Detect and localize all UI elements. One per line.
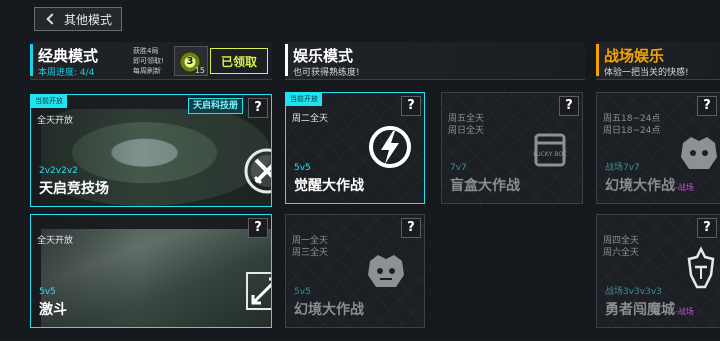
expand-square-icon bbox=[246, 272, 271, 310]
player-format: 战场7v7 bbox=[605, 163, 640, 173]
open-time: 全天开放 bbox=[37, 236, 74, 246]
mode-card-arena[interactable]: 当前开放 天启科技册 ? 全天开放 2v2v2v2 天启竞技场 bbox=[30, 94, 272, 207]
player-format: 7v7 bbox=[450, 163, 467, 173]
knight-helmet-icon bbox=[687, 246, 715, 289]
open-now-tag: 当前开放 bbox=[31, 95, 67, 108]
mode-name: 幻境大作战-战场 bbox=[605, 178, 694, 194]
player-format: 战场3v3v3v3 bbox=[605, 287, 662, 297]
open-time: 周二全天 bbox=[292, 114, 329, 124]
mode-name: 勇者闯魔城-战场 bbox=[605, 302, 694, 318]
war-subtitle: 体验一把当关的快感! bbox=[604, 68, 689, 78]
lion-emblem-icon bbox=[681, 137, 717, 169]
mode-name: 觉醒大作战 bbox=[294, 178, 364, 194]
player-format: 2v2v2v2 bbox=[39, 166, 78, 176]
help-button[interactable]: ? bbox=[248, 98, 268, 118]
war-title: 战场娱乐 bbox=[604, 47, 665, 65]
help-button[interactable]: ? bbox=[401, 218, 421, 238]
mode-card-blindbox[interactable]: ? 周五全天 周日全天 LUCKY BOX 7v7 盲盒大作战 bbox=[441, 92, 583, 204]
medal-count: 15 bbox=[194, 66, 205, 75]
mode-name: 天启竞技场 bbox=[39, 181, 109, 197]
claim-button[interactable]: 已领取 bbox=[210, 48, 268, 74]
section-accent-bar bbox=[30, 44, 33, 76]
reward-line: 获胜4局 bbox=[133, 47, 159, 55]
help-button[interactable]: ? bbox=[248, 218, 268, 238]
mode-card-awaken[interactable]: 当前开放 ? 周二全天 5v5 觉醒大作战 bbox=[285, 92, 425, 204]
section-accent-bar bbox=[596, 44, 599, 76]
back-label: 其他模式 bbox=[64, 12, 113, 27]
fun-section-header: 娱乐模式 也可获得熟练度! bbox=[285, 42, 585, 80]
mode-card-brawl[interactable]: ? 全天开放 5v5 激斗 bbox=[30, 214, 272, 328]
open-time: 周一全天 周三全天 bbox=[292, 236, 329, 258]
chevron-left-icon bbox=[46, 13, 58, 25]
player-format: 5v5 bbox=[39, 287, 56, 297]
fun-subtitle: 也可获得熟练度! bbox=[293, 68, 360, 78]
mode-card-illusion[interactable]: ? 周一全天 周三全天 5v5 幻境大作战 bbox=[285, 214, 425, 328]
help-button[interactable]: ? bbox=[697, 218, 717, 238]
help-button[interactable]: ? bbox=[697, 96, 717, 116]
reward-line: 即可领取! bbox=[133, 57, 164, 65]
crossed-swords-icon bbox=[244, 148, 271, 194]
reward-info: 获胜4局 即可领取! 每周刷新 bbox=[133, 46, 164, 76]
reward-medal: 3 15 bbox=[174, 46, 208, 76]
back-button[interactable]: 其他模式 bbox=[34, 7, 122, 31]
mode-card-illusion-war[interactable]: ? 周五18~24点 周日18~24点 战场7v7 幻境大作战-战场 bbox=[596, 92, 720, 204]
mode-name: 盲盒大作战 bbox=[450, 178, 520, 194]
lion-emblem-icon bbox=[368, 255, 404, 287]
open-time: 周五18~24点 周日18~24点 bbox=[603, 114, 661, 136]
mode-card-demon-castle[interactable]: ? 周四全天 周六全天 战场3v3v3v3 勇者闯魔城-战场 bbox=[596, 214, 720, 328]
war-section-header: 战场娱乐 体验一把当关的快感! bbox=[596, 42, 720, 80]
open-time: 全天开放 bbox=[37, 116, 74, 126]
mode-name: 激斗 bbox=[39, 302, 67, 318]
reward-line: 每周刷新 bbox=[133, 67, 161, 75]
open-now-tag: 当前开放 bbox=[286, 93, 322, 106]
lightning-emblem-icon bbox=[369, 126, 411, 168]
help-button[interactable]: ? bbox=[401, 96, 421, 116]
classic-title: 经典模式 bbox=[38, 47, 99, 65]
tech-book-tag[interactable]: 天启科技册 bbox=[187, 98, 243, 114]
lucky-box-label: LUCKY BOX bbox=[533, 151, 566, 158]
player-format: 5v5 bbox=[294, 287, 311, 297]
open-time: 周五全天 周日全天 bbox=[448, 114, 485, 136]
player-format: 5v5 bbox=[294, 163, 311, 173]
open-time: 周四全天 周六全天 bbox=[603, 236, 640, 258]
weekly-progress: 本周进度: 4/4 bbox=[38, 68, 95, 78]
section-accent-bar bbox=[285, 44, 288, 76]
lucky-box-icon: LUCKY BOX bbox=[533, 133, 567, 167]
help-button[interactable]: ? bbox=[559, 96, 579, 116]
fun-title: 娱乐模式 bbox=[293, 47, 354, 65]
mode-name: 幻境大作战 bbox=[294, 302, 364, 318]
